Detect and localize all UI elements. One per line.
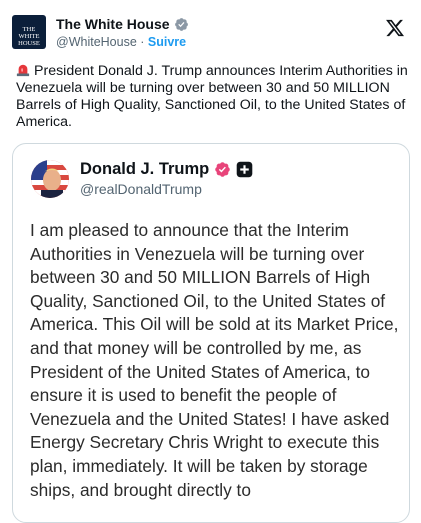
affiliate-plus-icon: [236, 161, 253, 177]
handle-separator: ·: [136, 35, 148, 49]
siren-emoji-icon: [16, 64, 30, 77]
quoted-author-name[interactable]: Donald J. Trump: [80, 159, 209, 179]
quoted-author-handle[interactable]: @realDonaldTrump: [80, 180, 253, 198]
tweet-body: President Donald J. Trump announces Inte…: [16, 63, 408, 130]
tweet-header: THE WHITE HOUSE The White House @WhiteHo…: [8, 8, 413, 52]
author-handle[interactable]: @WhiteHouse: [56, 35, 137, 49]
tweet-text: President Donald J. Trump announces Inte…: [16, 63, 414, 131]
white-house-avatar[interactable]: THE WHITE HOUSE: [12, 15, 46, 49]
x-logo-icon[interactable]: [385, 18, 405, 38]
verified-badge-icon: [174, 18, 188, 31]
quoted-tweet[interactable]: Donald J. Trump @realDonaldTrump I am pl…: [12, 143, 410, 523]
quoted-post-body: I am pleased to announce that the Interi…: [30, 220, 399, 500]
trump-avatar[interactable]: [31, 160, 69, 198]
author-info: The White House @WhiteHouse · Suivre: [56, 16, 189, 50]
verified-badge-icon: [215, 161, 231, 177]
author-name[interactable]: The White House: [56, 16, 170, 33]
quoted-author-info: Donald J. Trump @realDonaldTrump: [80, 159, 253, 198]
follow-button[interactable]: Suivre: [148, 35, 186, 49]
